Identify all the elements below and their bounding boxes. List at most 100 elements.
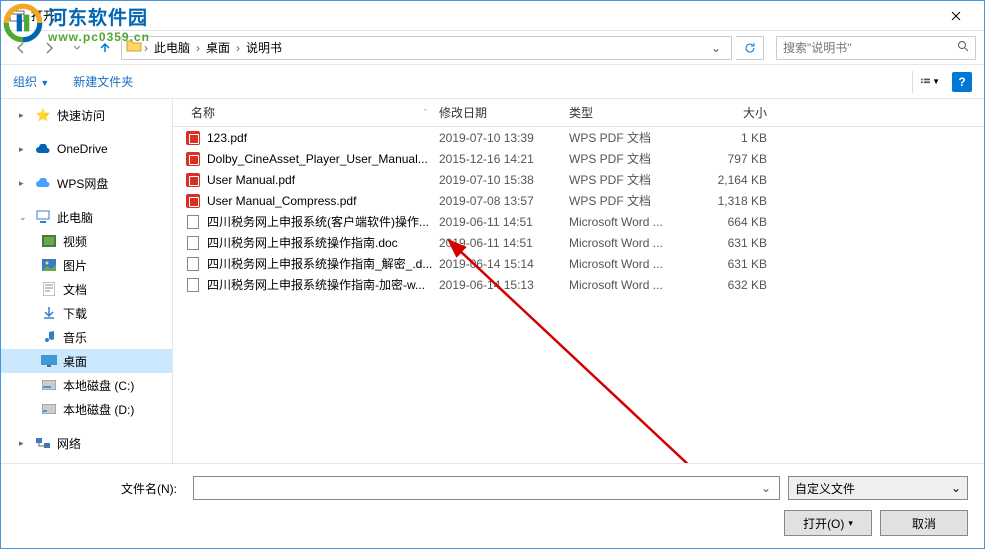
file-row[interactable]: 123.pdf2019-07-10 13:39WPS PDF 文档1 KB [173, 127, 984, 148]
file-date: 2019-06-11 14:51 [433, 236, 563, 250]
close-icon [951, 11, 961, 21]
forward-button[interactable] [37, 36, 61, 60]
refresh-button[interactable] [736, 36, 764, 60]
tree-pictures[interactable]: 图片 [1, 253, 172, 277]
chevron-down-icon[interactable]: ⌄ [757, 481, 775, 495]
search-box[interactable] [776, 36, 976, 60]
tree-videos[interactable]: 视频 [1, 229, 172, 253]
file-type: WPS PDF 文档 [563, 192, 693, 209]
help-icon: ? [958, 75, 965, 89]
toolbar: 组织 ▼ 新建文件夹 ▼ ? [1, 65, 984, 99]
file-type: Microsoft Word ... [563, 236, 693, 250]
filename-input[interactable] [198, 481, 757, 495]
chevron-down-icon[interactable]: ⌄ [19, 212, 29, 223]
file-row[interactable]: User Manual_Compress.pdf2019-07-08 13:57… [173, 190, 984, 211]
file-name: User Manual.pdf [207, 173, 433, 187]
file-name: Dolby_CineAsset_Player_User_Manual... [207, 152, 433, 166]
tree-music[interactable]: 音乐 [1, 325, 172, 349]
file-row[interactable]: 四川税务网上申报系统操作指南.doc2019-06-11 14:51Micros… [173, 232, 984, 253]
file-name: 123.pdf [207, 131, 433, 145]
arrow-right-icon [42, 41, 56, 55]
view-mode-button[interactable]: ▼ [912, 71, 940, 93]
file-type: WPS PDF 文档 [563, 150, 693, 167]
doc-icon [185, 235, 201, 251]
file-type-filter[interactable]: 自定义文件 ⌄ [788, 476, 968, 500]
crumb-thispc[interactable]: 此电脑 [150, 39, 194, 56]
pdf-icon [185, 130, 201, 146]
file-type: Microsoft Word ... [563, 215, 693, 229]
refresh-icon [744, 42, 756, 54]
search-icon[interactable] [957, 40, 969, 55]
file-name: 四川税务网上申报系统操作指南_解密_.d... [207, 255, 433, 272]
file-row[interactable]: 四川税务网上申报系统操作指南_解密_.d...2019-06-14 15:14M… [173, 253, 984, 274]
pdf-icon [185, 151, 201, 167]
back-button[interactable] [9, 36, 33, 60]
dialog-footer: 文件名(N): ⌄ 自定义文件 ⌄ 打开(O)▾ 取消 [1, 463, 984, 548]
crumb-desktop[interactable]: 桌面 [202, 39, 234, 56]
tree-onedrive[interactable]: ▸OneDrive [1, 137, 172, 161]
titlebar: 打开 [1, 1, 984, 31]
disk-icon [41, 377, 57, 393]
tree-downloads[interactable]: 下载 [1, 301, 172, 325]
nav-bar: › 此电脑 › 桌面 › 说明书 ⌄ [1, 31, 984, 65]
pictures-icon [41, 257, 57, 273]
filename-combo[interactable]: ⌄ [193, 476, 780, 500]
tree-disk-c[interactable]: 本地磁盘 (C:) [1, 373, 172, 397]
arrow-up-icon [98, 41, 112, 55]
download-icon [41, 305, 57, 321]
tree-thispc[interactable]: ⌄此电脑 [1, 205, 172, 229]
crumb-folder[interactable]: 说明书 [242, 39, 286, 56]
header-date[interactable]: 修改日期 [433, 104, 563, 121]
help-button[interactable]: ? [952, 72, 972, 92]
file-size: 1,318 KB [693, 194, 773, 208]
file-row[interactable]: User Manual.pdf2019-07-10 15:38WPS PDF 文… [173, 169, 984, 190]
split-chevron-icon[interactable]: ▾ [848, 518, 853, 529]
cancel-button[interactable]: 取消 [880, 510, 968, 536]
tree-quick-access[interactable]: ▸⭐快速访问 [1, 103, 172, 127]
chevron-down-icon: ▼ [932, 77, 940, 86]
chevron-right-icon: › [196, 41, 200, 55]
doc-icon [185, 214, 201, 230]
file-type: WPS PDF 文档 [563, 129, 693, 146]
file-type: Microsoft Word ... [563, 278, 693, 292]
file-row[interactable]: 四川税务网上申报系统操作指南-加密-w...2019-06-14 15:13Mi… [173, 274, 984, 295]
file-size: 631 KB [693, 236, 773, 250]
header-type[interactable]: 类型 [563, 104, 693, 121]
close-button[interactable] [936, 2, 976, 30]
file-row[interactable]: Dolby_CineAsset_Player_User_Manual...201… [173, 148, 984, 169]
file-list-area: 名称ˆ 修改日期 类型 大小 123.pdf2019-07-10 13:39WP… [173, 99, 984, 463]
view-list-icon [921, 75, 930, 89]
nav-tree: ▸⭐快速访问 ▸OneDrive ▸WPS网盘 ⌄此电脑 视频 图片 文档 下载… [1, 99, 173, 463]
search-input[interactable] [783, 41, 957, 55]
breadcrumb[interactable]: › 此电脑 › 桌面 › 说明书 ⌄ [121, 36, 732, 60]
organize-menu[interactable]: 组织 ▼ [13, 73, 49, 90]
open-dialog: 河东软件园 www.pc0359.cn 打开 › 此电脑 › 桌面 › 说明书 … [0, 0, 985, 549]
arrow-left-icon [14, 41, 28, 55]
file-row[interactable]: 四川税务网上申报系统(客户端软件)操作...2019-06-11 14:51Mi… [173, 211, 984, 232]
file-list[interactable]: 123.pdf2019-07-10 13:39WPS PDF 文档1 KBDol… [173, 127, 984, 463]
header-size[interactable]: 大小 [693, 104, 773, 121]
file-size: 2,164 KB [693, 173, 773, 187]
open-button[interactable]: 打开(O)▾ [784, 510, 872, 536]
recent-button[interactable] [65, 36, 89, 60]
window-title: 打开 [31, 7, 936, 24]
breadcrumb-dropdown[interactable]: ⌄ [705, 41, 727, 55]
cloud-icon [35, 175, 51, 191]
filename-label: 文件名(N): [17, 480, 185, 497]
file-date: 2019-07-08 13:57 [433, 194, 563, 208]
doc-icon [185, 256, 201, 272]
file-date: 2019-07-10 15:38 [433, 173, 563, 187]
file-size: 632 KB [693, 278, 773, 292]
tree-desktop[interactable]: 桌面 [1, 349, 172, 373]
tree-documents[interactable]: 文档 [1, 277, 172, 301]
header-name[interactable]: 名称ˆ [185, 104, 433, 121]
app-icon [9, 8, 25, 24]
documents-icon [41, 281, 57, 297]
tree-wps[interactable]: ▸WPS网盘 [1, 171, 172, 195]
up-button[interactable] [93, 36, 117, 60]
tree-network[interactable]: ▸网络 [1, 431, 172, 455]
new-folder-button[interactable]: 新建文件夹 [73, 73, 133, 90]
tree-disk-d[interactable]: 本地磁盘 (D:) [1, 397, 172, 421]
pdf-icon [185, 172, 201, 188]
cloud-icon [35, 141, 51, 157]
